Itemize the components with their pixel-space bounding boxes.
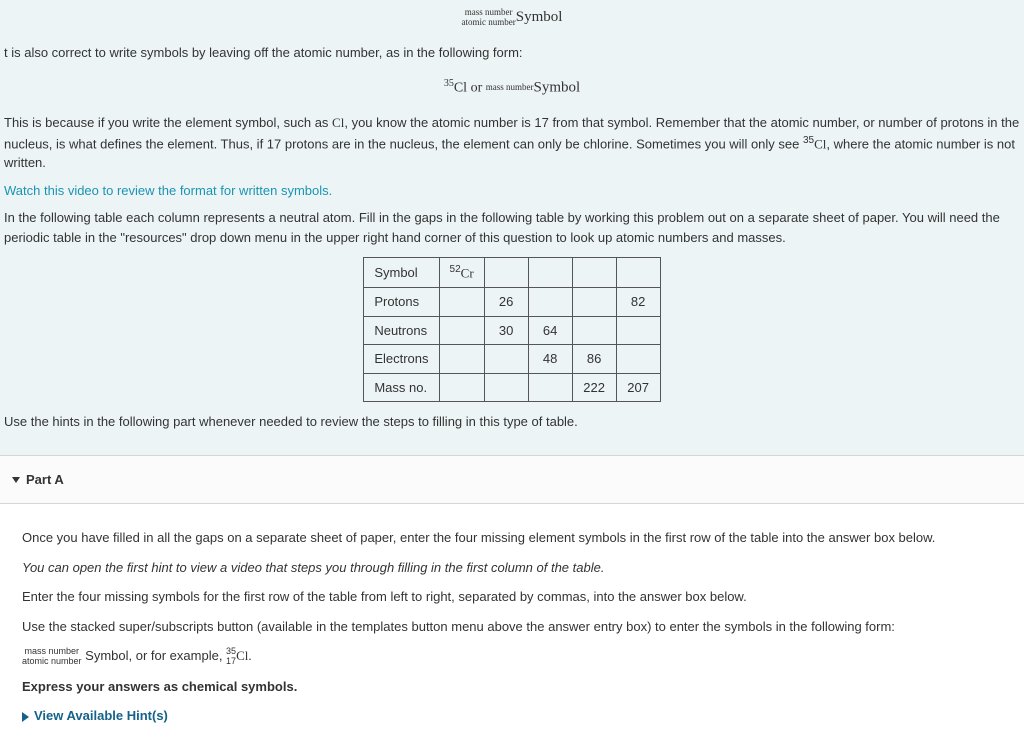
paragraph-2: This is because if you write the element… — [4, 113, 1020, 173]
atom-table: Symbol 52Cr Protons 26 82 Neutrons 30 64 — [363, 257, 660, 402]
part-a-notation: mass number atomic number Symbol, or for… — [22, 646, 1002, 666]
chevron-right-icon — [22, 712, 29, 722]
paragraph-4: Use the hints in the following part when… — [4, 412, 1020, 432]
part-a-p1: Once you have filled in all the gaps on … — [22, 528, 1002, 548]
notation-stacked-2: 35Cl or mass numberSymbol — [4, 70, 1020, 105]
table-row: Mass no. 222 207 — [364, 373, 660, 402]
part-a-p5: Express your answers as chemical symbols… — [22, 677, 1002, 697]
part-a-p3: Enter the four missing symbols for the f… — [22, 587, 1002, 607]
table-row: Protons 26 82 — [364, 288, 660, 317]
chevron-down-icon — [12, 477, 20, 483]
notation-stacked-1: mass number atomic number Symbol — [4, 0, 1020, 35]
symbol-cr: 52Cr — [439, 258, 484, 288]
table-row: Symbol 52Cr — [364, 258, 660, 288]
paragraph-3: In the following table each column repre… — [4, 208, 1020, 247]
part-a-p4: Use the stacked super/subscripts button … — [22, 617, 1002, 637]
paragraph-1: t is also correct to write symbols by le… — [4, 43, 1020, 63]
view-hints-link[interactable]: View Available Hint(s) — [22, 708, 168, 723]
table-row: Neutrons 30 64 — [364, 316, 660, 345]
watch-video-link[interactable]: Watch this video to review the format fo… — [4, 183, 332, 198]
part-a-p2: You can open the first hint to view a vi… — [22, 558, 1002, 578]
table-row: Electrons 48 86 — [364, 345, 660, 374]
part-a-header[interactable]: Part A — [0, 455, 1024, 505]
